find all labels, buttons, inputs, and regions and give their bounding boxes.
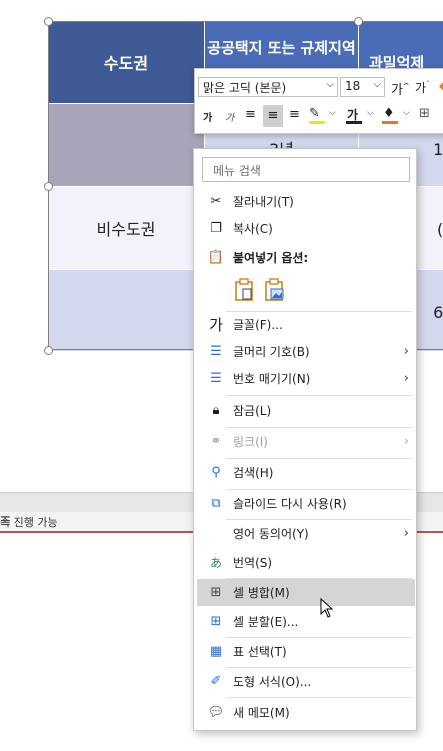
chevron-down-icon[interactable]: ⌵: [367, 108, 374, 118]
resize-handle[interactable]: [354, 17, 363, 26]
bullet-list-icon: ☰: [210, 344, 222, 359]
format-shape-icon: ✐: [210, 674, 222, 689]
menu-item-link[interactable]: ⚭ 링크(I) ›: [197, 428, 415, 455]
paste-picture-icon[interactable]: [264, 278, 284, 302]
lock-icon: 🔒︎: [212, 403, 220, 418]
mini-toolbar: 맑은 고딕 (본문) ⌵ 18 ⌵ 가^ 가ˇ ◆ 가 가 ≡ ≡ ≡ ✎ ⌵ …: [194, 68, 443, 134]
highlight-pen-icon[interactable]: ✎: [309, 106, 320, 121]
menu-item-label: 번호 매기기(N): [233, 372, 311, 386]
menu-item-label: 링크(I): [233, 435, 268, 449]
search-icon: ⚲: [211, 465, 221, 480]
link-icon: ⚭: [210, 434, 222, 449]
shrink-font-button[interactable]: 가ˇ: [415, 79, 430, 96]
paste-keep-format-icon[interactable]: [234, 278, 254, 302]
menu-item-cut[interactable]: ✂ 잘라내기(T): [197, 188, 415, 215]
table-icon: ▦: [209, 644, 223, 659]
chevron-down-icon: ⌵: [326, 79, 334, 90]
bold-button[interactable]: 가: [203, 109, 212, 124]
menu-item-label: 글머리 기호(B): [233, 345, 310, 359]
numbered-list-icon: ☰: [210, 371, 222, 386]
italic-button[interactable]: 가: [225, 109, 234, 124]
fill-color-swatch: [382, 121, 398, 124]
menu-item-label: 잘라내기(T): [233, 195, 294, 209]
chevron-down-icon: ⌵: [373, 79, 381, 90]
comment-icon: 💬︎: [207, 705, 225, 720]
menu-item-font[interactable]: 가 글꼴(F)...: [197, 311, 415, 338]
chevron-down-icon[interactable]: ⌵: [403, 108, 410, 118]
menu-item-reuse-slides[interactable]: ⧉ 슬라이드 다시 사용(R): [197, 490, 415, 517]
menu-item-select-table[interactable]: ▦ 표 선택(T): [197, 638, 415, 665]
menu-item-translate[interactable]: あ 번역(S): [197, 549, 415, 576]
menu-item-label: 표 선택(T): [233, 645, 287, 659]
chevron-right-icon: ›: [403, 526, 409, 541]
align-center-icon[interactable]: ≡: [263, 105, 283, 127]
menu-item-search[interactable]: ⚲ 검색(H): [197, 459, 415, 486]
chevron-right-icon: ›: [403, 371, 409, 386]
chevron-right-icon: ›: [403, 344, 409, 359]
menu-item-label: 검색(H): [233, 466, 274, 480]
resize-handle[interactable]: [44, 182, 53, 191]
menu-item-copy[interactable]: ❐ 복사(C): [197, 215, 415, 242]
chevron-down-icon[interactable]: ⌵: [329, 108, 336, 118]
translate-icon: あ: [209, 556, 222, 570]
font-size-select[interactable]: 18 ⌵: [340, 77, 385, 97]
font-color-swatch: [346, 121, 362, 124]
menu-separator: [226, 697, 412, 698]
menu-item-label: 영어 동의어(Y): [233, 527, 309, 541]
menu-item-new-comment[interactable]: 💬︎ 새 메모(M): [197, 699, 415, 726]
menu-item-split-cells[interactable]: ⊞ 셀 분할(E)...: [197, 608, 415, 635]
table-cell[interactable]: [48, 270, 204, 351]
menu-item-merge-cells[interactable]: ⊞ 셀 병합(M): [197, 579, 415, 606]
font-name-value: 맑은 고딕 (본문): [203, 81, 287, 95]
highlight-color-swatch: [309, 121, 325, 124]
chevron-right-icon: ›: [403, 434, 409, 449]
font-size-value: 18: [345, 79, 361, 93]
menu-item-label: 셀 분할(E)...: [233, 615, 299, 629]
menu-item-label: 글꼴(F)...: [233, 318, 283, 332]
menu-item-thesaurus[interactable]: 영어 동의어(Y) ›: [197, 520, 415, 547]
fill-bucket-icon[interactable]: ♦: [383, 106, 395, 121]
context-menu: 메뉴 검색 ✂ 잘라내기(T) ❐ 복사(C) 📋 붙여넣기 옵션: 가 글꼴(…: [193, 148, 417, 731]
clipboard-icon: 📋: [207, 250, 225, 265]
table-cell[interactable]: [48, 104, 204, 186]
menu-item-label: 도형 서식(O)...: [233, 675, 312, 689]
split-cells-icon: ⊞: [210, 614, 222, 629]
menu-item-label: 잠금(L): [233, 404, 272, 418]
font-icon: 가: [209, 316, 223, 334]
grow-font-label: 가: [391, 83, 403, 98]
shrink-font-label: 가: [415, 81, 427, 95]
menu-item-label: 새 메모(M): [233, 706, 290, 720]
merge-cells-icon: ⊞: [210, 585, 222, 600]
menu-item-label: 붙여넣기 옵션:: [233, 251, 309, 265]
menu-item-label: 번역(S): [233, 556, 273, 570]
table-cell[interactable]: 비수도권: [48, 187, 204, 269]
menu-item-numbering[interactable]: ☰ 번호 매기기(N) ›: [197, 365, 415, 392]
menu-item-format-shape[interactable]: ✐ 도형 서식(O)...: [197, 668, 415, 695]
reuse-slides-icon: ⧉: [211, 496, 221, 511]
menu-separator: [226, 395, 412, 396]
align-left-icon[interactable]: ≡: [245, 107, 256, 122]
menu-item-paste-options: 📋 붙여넣기 옵션:: [197, 244, 415, 271]
mouse-cursor-icon: [320, 598, 334, 618]
menu-item-bullets[interactable]: ☰ 글머리 기호(B) ›: [197, 338, 415, 365]
table-cell-header-1[interactable]: 수도권: [48, 21, 204, 103]
clear-format-icon[interactable]: ◆: [439, 78, 443, 94]
menu-search-input[interactable]: 메뉴 검색: [202, 157, 410, 182]
border-icon[interactable]: ⊞: [419, 106, 430, 121]
resize-handle[interactable]: [44, 346, 53, 355]
scissors-icon: ✂: [210, 194, 222, 209]
menu-item-label: 셀 병합(M): [233, 586, 290, 600]
menu-item-lock[interactable]: 🔒︎ 잠금(L): [197, 397, 415, 424]
copy-icon: ❐: [210, 221, 222, 236]
align-right-icon[interactable]: ≡: [289, 107, 300, 122]
grow-font-button[interactable]: 가^: [391, 79, 410, 98]
font-name-select[interactable]: 맑은 고딕 (본문) ⌵: [198, 77, 338, 97]
resize-handle[interactable]: [44, 17, 53, 26]
menu-item-label: 슬라이드 다시 사용(R): [233, 497, 347, 511]
menu-item-label: 복사(C): [233, 222, 273, 236]
